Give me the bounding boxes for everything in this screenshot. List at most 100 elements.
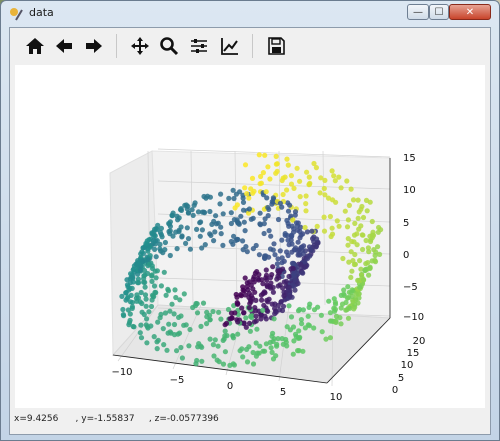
scatter-point: [167, 308, 173, 314]
scatter-point: [258, 173, 264, 180]
scatter-point: [286, 303, 292, 309]
scatter-point: [218, 191, 224, 197]
minimize-button[interactable]: —: [407, 4, 429, 20]
scatter-point: [187, 246, 193, 252]
scatter-point: [207, 336, 213, 342]
scatter-point: [346, 259, 352, 265]
scatter-point: [352, 251, 358, 258]
scatter-point: [256, 252, 262, 258]
scatter-point: [292, 209, 299, 215]
scatter-point: [339, 301, 346, 307]
scatter-point: [302, 224, 308, 231]
scatter-point: [157, 315, 163, 321]
scatter-point: [351, 232, 358, 238]
home-button[interactable]: [23, 34, 47, 58]
scatter-point: [183, 240, 189, 246]
y-tick-label: 20: [413, 336, 426, 347]
zoom-button[interactable]: [157, 34, 181, 58]
plot-canvas[interactable]: −10 −5 0 5 10 0 5 10 15 20 −10 −5 0 5 10 15: [15, 65, 485, 408]
scatter-point: [161, 269, 167, 275]
scatter-point: [285, 208, 292, 214]
forward-button[interactable]: [82, 34, 106, 58]
scatter-point: [138, 322, 144, 328]
scatter-point: [273, 170, 279, 176]
scatter-point: [130, 323, 136, 330]
scatter-point: [369, 218, 375, 225]
scatter-point: [178, 313, 184, 319]
scatter-point: [158, 248, 164, 254]
scatter-point: [265, 204, 271, 211]
scatter-point: [297, 178, 303, 184]
scatter-point: [276, 275, 282, 281]
scatter-point: [146, 261, 152, 267]
scatter-point: [167, 228, 173, 234]
x-tick-label: −5: [170, 375, 185, 386]
scatter-point: [144, 270, 151, 277]
scatter-point: [275, 336, 281, 342]
scatter-point: [285, 162, 291, 168]
maximize-button[interactable]: ☐: [429, 4, 449, 20]
scatter-point: [348, 274, 354, 280]
scatter-point: [327, 318, 334, 324]
subplots-button[interactable]: [187, 34, 211, 58]
scatter-point: [256, 152, 262, 158]
scatter-point: [149, 297, 155, 303]
scatter-point: [357, 258, 363, 264]
scatter-point: [326, 298, 332, 304]
scatter-point: [274, 261, 280, 267]
scatter-point: [306, 304, 312, 310]
scatter-point: [228, 220, 234, 227]
scatter-point: [350, 197, 357, 203]
scatter-point: [210, 342, 216, 348]
scatter-point: [123, 290, 129, 296]
scatter-point: [193, 361, 199, 367]
scatter-point: [256, 272, 262, 278]
scatter-point: [222, 349, 228, 355]
scatter-point: [218, 316, 224, 322]
scatter-point: [135, 276, 141, 282]
scatter-point: [344, 178, 350, 184]
y-tick-label: 5: [398, 373, 404, 384]
scatter-point: [227, 362, 233, 368]
scatter-point: [286, 273, 292, 280]
scatter-point: [288, 173, 294, 179]
scatter-point: [137, 267, 143, 273]
scatter-point: [362, 266, 368, 273]
scatter-point: [204, 309, 210, 315]
scatter-point: [268, 233, 274, 239]
scatter-point: [269, 333, 275, 339]
scatter-point: [348, 186, 354, 192]
scatter-point: [354, 242, 360, 248]
scatter-point: [275, 216, 282, 223]
scatter-point: [240, 238, 246, 244]
close-button[interactable]: ✕: [449, 4, 491, 20]
pan-icon: [131, 37, 149, 55]
back-button[interactable]: [52, 34, 76, 58]
scatter-point: [149, 265, 156, 272]
scatter-point: [349, 268, 355, 274]
scatter-point: [275, 302, 281, 308]
scatter-point: [158, 283, 164, 289]
scatter-point: [376, 224, 382, 231]
scatter-point: [260, 348, 266, 354]
title-bar[interactable]: data — ☐ ✕: [1, 1, 499, 27]
home-icon: [26, 38, 44, 54]
scatter-point: [313, 244, 319, 250]
pan-button[interactable]: [128, 34, 152, 58]
scatter-point: [300, 307, 306, 313]
save-button[interactable]: [264, 34, 288, 58]
scatter-point: [263, 272, 270, 278]
scatter-point: [252, 289, 258, 295]
scatter-point: [294, 165, 300, 171]
x-tick-label: 5: [280, 387, 286, 398]
scatter-point: [157, 229, 163, 236]
scatter-point: [306, 244, 313, 250]
scatter-point: [169, 213, 175, 219]
3d-scatter-plot[interactable]: −10−505 1005101520−10−5051015: [15, 65, 485, 408]
scatter-point: [279, 177, 285, 184]
scatter-point: [146, 309, 152, 315]
z-tick-label: −5: [403, 282, 418, 293]
customize-button[interactable]: [218, 34, 242, 58]
scatter-point: [213, 221, 219, 227]
scatter-point: [313, 165, 319, 171]
